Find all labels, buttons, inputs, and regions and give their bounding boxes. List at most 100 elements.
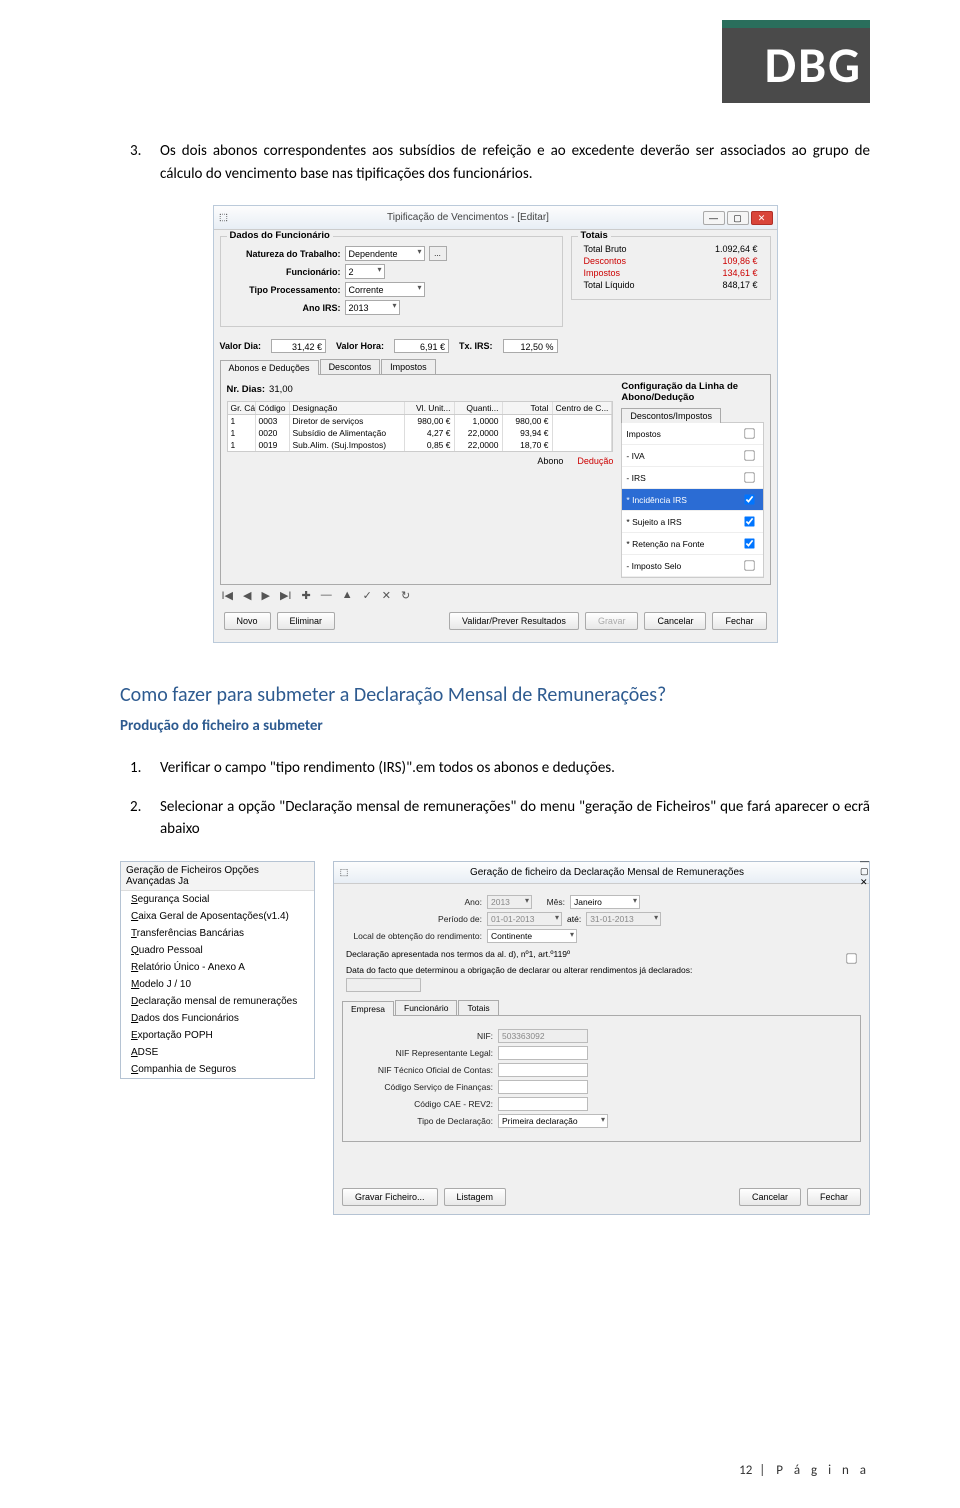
nif-toc-field[interactable] bbox=[498, 1063, 588, 1077]
minimize-button[interactable]: — bbox=[860, 856, 869, 866]
mes-select[interactable]: Janeiro bbox=[570, 895, 640, 909]
validar-button[interactable]: Validar/Prever Resultados bbox=[449, 612, 579, 630]
table-header-cell[interactable]: Gr. Cá... bbox=[228, 402, 256, 414]
fechar-button[interactable]: Fechar bbox=[807, 1188, 861, 1206]
nr-dias-value[interactable]: 31,00 bbox=[269, 384, 324, 395]
label-cod-serv: Código Serviço de Finanças: bbox=[353, 1082, 493, 1092]
checkbox[interactable] bbox=[744, 516, 754, 526]
tab-impostos[interactable]: Impostos bbox=[381, 359, 436, 374]
nif-field[interactable]: 503363092 bbox=[498, 1029, 588, 1043]
remove-icon[interactable]: — bbox=[321, 589, 332, 602]
menu-item[interactable]: Transferências Bancárias bbox=[121, 925, 314, 942]
add-icon[interactable]: ✚ bbox=[301, 589, 310, 602]
maximize-button[interactable]: ▢ bbox=[860, 866, 869, 877]
step-text: Verificar o campo "tipo rendimento (IRS)… bbox=[160, 757, 870, 780]
menu-item[interactable]: Relatório Único - Anexo A bbox=[121, 959, 314, 976]
menu-item[interactable]: Companhia de Seguros bbox=[121, 1061, 314, 1078]
cancelar-button[interactable]: Cancelar bbox=[739, 1188, 801, 1206]
label-nif-rep: NIF Representante Legal: bbox=[353, 1048, 493, 1058]
tab-empresa[interactable]: Empresa bbox=[342, 1001, 394, 1016]
cod-cae-field[interactable] bbox=[498, 1097, 588, 1111]
label-nr-dias: Nr. Dias: bbox=[227, 384, 266, 395]
last-icon[interactable]: ▶I bbox=[280, 589, 292, 602]
gravar-ficheiro-button[interactable]: Gravar Ficheiro... bbox=[342, 1188, 438, 1206]
refresh-icon[interactable]: ↻ bbox=[401, 589, 410, 602]
table-header-cell[interactable]: Quanti... bbox=[455, 402, 503, 414]
confirm-icon[interactable]: ✓ bbox=[363, 589, 372, 602]
tab-funcionário[interactable]: Funcionário bbox=[395, 1000, 457, 1015]
fechar-button[interactable]: Fechar bbox=[712, 612, 766, 630]
cancel-edit-icon[interactable]: ✕ bbox=[382, 589, 391, 602]
periodo-de-field[interactable]: 01-01-2013 bbox=[487, 912, 562, 926]
minimize-button[interactable]: — bbox=[703, 211, 725, 225]
prev-icon[interactable]: ◀ bbox=[243, 589, 251, 602]
maximize-button[interactable]: ▢ bbox=[727, 211, 749, 225]
checkbox[interactable] bbox=[744, 450, 754, 460]
close-button[interactable]: ✕ bbox=[860, 877, 869, 888]
table-header-cell[interactable]: Vl. Unit... bbox=[405, 402, 455, 414]
menu-item[interactable]: Declaração mensal de remunerações bbox=[121, 993, 314, 1010]
table-row[interactable]: 10019Sub.Alim. (Suj.Impostos)0,85 €22,00… bbox=[228, 439, 613, 451]
checkbox[interactable] bbox=[744, 560, 754, 570]
data-facto-field[interactable] bbox=[346, 978, 421, 992]
funcionario-select[interactable]: 2 bbox=[345, 264, 385, 279]
menu-item[interactable]: Dados dos Funcionários bbox=[121, 1010, 314, 1027]
menu-item[interactable]: ADSE bbox=[121, 1044, 314, 1061]
cancelar-button[interactable]: Cancelar bbox=[644, 612, 706, 630]
table-header-cell[interactable]: Código bbox=[256, 402, 290, 414]
edit-icon[interactable]: ▲ bbox=[342, 589, 353, 602]
menu-item[interactable]: Caixa Geral de Aposentações(v1.4) bbox=[121, 908, 314, 925]
check-item[interactable]: - Imposto Selo bbox=[622, 555, 762, 577]
checkbox[interactable] bbox=[744, 538, 754, 548]
tab-descontos-impostos[interactable]: Descontos/Impostos bbox=[621, 408, 721, 423]
checkbox[interactable] bbox=[744, 472, 754, 482]
check-item[interactable]: * Sujeito a IRS bbox=[622, 511, 762, 533]
label-ate: até: bbox=[567, 914, 581, 924]
menu-item[interactable]: Modelo J / 10 bbox=[121, 976, 314, 993]
menu-item[interactable]: Segurança Social bbox=[121, 891, 314, 908]
check-item[interactable]: - IVA bbox=[622, 445, 762, 467]
menu-item[interactable]: Exportação POPH bbox=[121, 1027, 314, 1044]
label-natureza: Natureza do Trabalho: bbox=[229, 249, 341, 259]
eliminar-button[interactable]: Eliminar bbox=[277, 612, 336, 630]
gravar-button[interactable]: Gravar bbox=[585, 612, 639, 630]
novo-button[interactable]: Novo bbox=[224, 612, 271, 630]
check-item[interactable]: * Retenção na Fonte bbox=[622, 533, 762, 555]
checkbox[interactable] bbox=[744, 428, 754, 438]
table-header-cell[interactable]: Centro de C... bbox=[553, 402, 613, 414]
tipo-decl-select[interactable]: Primeira declaração bbox=[498, 1114, 608, 1128]
natureza-select[interactable]: Dependente bbox=[345, 246, 425, 261]
menu-item[interactable]: Quadro Pessoal bbox=[121, 942, 314, 959]
tab-abonos-e-dedu-es[interactable]: Abonos e Deduções bbox=[220, 360, 319, 375]
abonos-table[interactable]: Gr. Cá...CódigoDesignaçãoVl. Unit...Quan… bbox=[227, 401, 614, 452]
record-navigator[interactable]: I◀ ◀ ▶ ▶I ✚ — ▲ ✓ ✕ ↻ bbox=[220, 585, 771, 606]
table-row[interactable]: 10003Diretor de serviços980,00 €1,000098… bbox=[228, 415, 613, 427]
descontos-impostos-list[interactable]: Impostos- IVA- IRS* Incidência IRS* Suje… bbox=[621, 422, 763, 578]
close-button[interactable]: ✕ bbox=[751, 211, 773, 225]
totais-row: Total Líquido848,17 € bbox=[580, 279, 762, 291]
check-item[interactable]: Impostos bbox=[622, 423, 762, 445]
local-select[interactable]: Continente bbox=[487, 929, 577, 943]
cod-serv-field[interactable] bbox=[498, 1080, 588, 1094]
decl-119-checkbox[interactable] bbox=[846, 953, 856, 963]
tab-descontos[interactable]: Descontos bbox=[320, 359, 381, 374]
nif-rep-field[interactable] bbox=[498, 1046, 588, 1060]
step-2: 2. Selecionar a opção "Declaração mensal… bbox=[130, 796, 870, 841]
table-header-cell[interactable]: Designação bbox=[290, 402, 405, 414]
next-icon[interactable]: ▶ bbox=[261, 589, 269, 602]
table-header-cell[interactable]: Total bbox=[503, 402, 553, 414]
label-tx-irs: Tx. IRS: bbox=[459, 341, 493, 351]
tab-totais[interactable]: Totais bbox=[458, 1000, 498, 1015]
label-cod-cae: Código CAE - REV2: bbox=[353, 1099, 493, 1109]
checkbox[interactable] bbox=[744, 494, 754, 504]
lookup-button[interactable]: ... bbox=[429, 246, 447, 261]
table-row[interactable]: 10020Subsídio de Alimentação4,27 €22,000… bbox=[228, 427, 613, 439]
tipo-processamento-select[interactable]: Corrente bbox=[345, 282, 425, 297]
ano-field[interactable]: 2013 bbox=[487, 895, 532, 909]
check-item[interactable]: - IRS bbox=[622, 467, 762, 489]
ano-irs-select[interactable]: 2013 bbox=[345, 300, 400, 315]
listagem-button[interactable]: Listagem bbox=[444, 1188, 507, 1206]
periodo-ate-field[interactable]: 31-01-2013 bbox=[586, 912, 661, 926]
check-item[interactable]: * Incidência IRS bbox=[622, 489, 762, 511]
first-icon[interactable]: I◀ bbox=[222, 589, 234, 602]
